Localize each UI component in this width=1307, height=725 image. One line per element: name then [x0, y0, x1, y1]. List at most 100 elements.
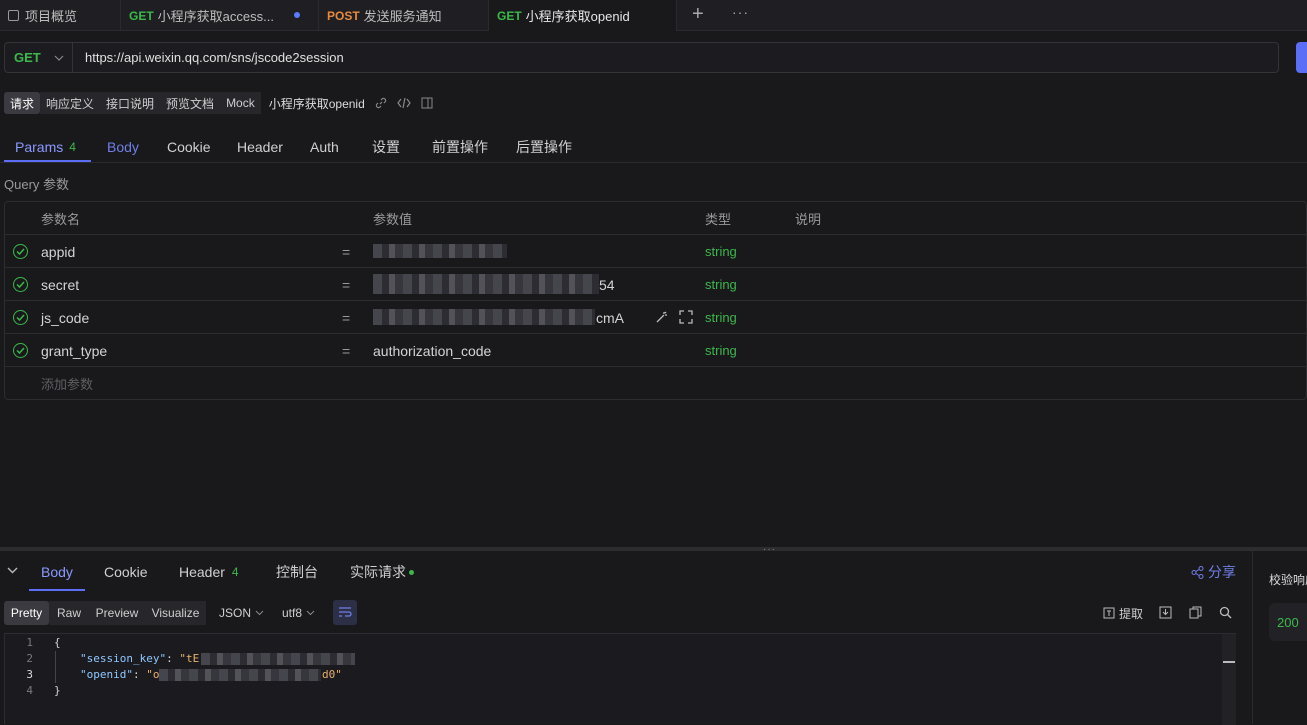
tab-pre-actions[interactable]: 前置操作: [432, 131, 488, 162]
tab-body[interactable]: Body: [107, 131, 139, 162]
scrollbar[interactable]: [1222, 634, 1236, 725]
share-button[interactable]: 分享: [1191, 560, 1236, 584]
param-type[interactable]: string: [705, 334, 737, 367]
tab-post-actions[interactable]: 后置操作: [516, 131, 572, 162]
search-icon[interactable]: [1219, 606, 1232, 619]
extract-button[interactable]: 提取: [1103, 601, 1143, 625]
active-tab-indicator: [4, 160, 91, 162]
json-key: "session_key": [80, 652, 167, 665]
equals-sign: =: [342, 309, 351, 326]
format-pretty[interactable]: Pretty: [4, 601, 49, 625]
tab-get-openid[interactable]: GET 小程序获取openid: [489, 0, 677, 31]
add-param-row: 添加参数: [5, 367, 1306, 400]
subnav-request[interactable]: 请求: [4, 92, 41, 114]
validation-panel: 校验响应 200: [1252, 551, 1307, 724]
table-header-row: 参数名 参数值 类型 说明: [5, 202, 1306, 235]
resp-tab-cookie[interactable]: Cookie: [104, 560, 148, 584]
tab-params-label: Params: [15, 138, 64, 155]
url-input[interactable]: https://api.weixin.qq.com/sns/jscode2ses…: [85, 43, 344, 72]
active-tab-indicator: [29, 589, 85, 591]
param-name[interactable]: secret: [41, 268, 79, 301]
row-checkbox[interactable]: [13, 268, 28, 301]
json-select[interactable]: JSON: [219, 601, 264, 625]
check-circle-icon: [13, 343, 28, 358]
tab-settings[interactable]: 设置: [372, 131, 400, 162]
tab-post-notify[interactable]: POST 发送服务通知: [319, 0, 489, 31]
tab-header[interactable]: Header: [237, 131, 283, 162]
tab-bar: 项目概览 GET 小程序获取access... POST 发送服务通知 GET …: [0, 0, 1307, 31]
resp-tab-header[interactable]: Header 4: [179, 560, 239, 584]
resp-tab-actual-request[interactable]: 实际请求: [350, 560, 414, 584]
collapse-chevron-icon[interactable]: [7, 567, 18, 574]
row-checkbox[interactable]: [13, 301, 28, 334]
tab-project-overview[interactable]: 项目概览: [0, 0, 121, 31]
charset-select[interactable]: utf8: [282, 601, 315, 625]
row-checkbox[interactable]: [13, 334, 28, 367]
col-header-desc: 说明: [795, 212, 822, 227]
json-value-tail: d0": [322, 668, 342, 681]
copy-icon[interactable]: [1189, 606, 1202, 619]
drag-handle-icon[interactable]: ···: [763, 544, 776, 555]
wrap-lines-icon: [339, 607, 352, 617]
subnav-mock[interactable]: Mock: [220, 92, 261, 114]
param-name[interactable]: js_code: [41, 301, 89, 334]
row-checkbox[interactable]: [13, 235, 28, 268]
status-dot-icon: [409, 569, 414, 575]
redacted-value[interactable]: [373, 244, 507, 258]
response-body-viewer[interactable]: 1 2 3 4 { "session_key": "tE "openid": "…: [4, 633, 1236, 725]
save-icon[interactable]: [1159, 606, 1172, 619]
more-icon[interactable]: ···: [732, 4, 749, 20]
code-brace: {: [54, 636, 61, 649]
check-circle-icon: [13, 244, 28, 259]
table-row: grant_type = authorization_code string: [5, 334, 1306, 367]
code-icon[interactable]: [397, 97, 411, 109]
resp-tab-console[interactable]: 控制台: [276, 560, 318, 584]
line-number: 1: [26, 636, 33, 649]
expand-icon[interactable]: [679, 310, 693, 324]
resp-tab-body[interactable]: Body: [41, 560, 73, 584]
method-badge: POST: [327, 8, 360, 23]
add-param-input[interactable]: 添加参数: [41, 367, 93, 400]
charset-select-label: utf8: [282, 606, 303, 620]
subnav-preview-doc[interactable]: 预览文档: [160, 92, 221, 114]
line-number: 2: [26, 652, 33, 665]
redacted-value[interactable]: [373, 274, 599, 294]
table-row: secret = 54 string: [5, 268, 1306, 301]
api-name: 小程序获取openid: [268, 96, 365, 111]
subnav-api-doc[interactable]: 接口说明: [100, 92, 161, 114]
param-value[interactable]: authorization_code: [373, 334, 491, 367]
code-line: "session_key": "tE: [80, 652, 200, 665]
redacted-value: [201, 653, 355, 665]
method-label: GET: [14, 50, 41, 65]
param-type[interactable]: string: [705, 268, 737, 301]
add-tab-icon[interactable]: +: [692, 3, 704, 26]
redacted-value[interactable]: [373, 309, 595, 325]
param-name[interactable]: appid: [41, 235, 75, 268]
section-title: Query 参数: [4, 177, 70, 192]
tab-auth[interactable]: Auth: [310, 131, 339, 162]
param-type[interactable]: string: [705, 235, 737, 268]
panel-icon[interactable]: [421, 97, 433, 109]
redacted-value: [159, 669, 321, 681]
magic-wand-icon[interactable]: [655, 310, 669, 324]
format-visualize[interactable]: Visualize: [145, 601, 206, 625]
method-select[interactable]: GET: [5, 43, 73, 72]
grid-icon: [8, 10, 19, 21]
chevron-down-icon: [306, 610, 315, 616]
param-name[interactable]: grant_type: [41, 334, 107, 367]
format-preview[interactable]: Preview: [89, 601, 145, 625]
format-raw[interactable]: Raw: [49, 601, 89, 625]
header-count-badge: 4: [231, 565, 239, 579]
pane-resize-handle[interactable]: [0, 547, 1307, 551]
send-button[interactable]: [1296, 42, 1307, 73]
param-type[interactable]: string: [705, 301, 737, 334]
tab-params[interactable]: Params 4: [15, 131, 76, 162]
equals-sign: =: [342, 342, 351, 359]
wrap-toggle[interactable]: [333, 600, 357, 625]
tab-cookie[interactable]: Cookie: [167, 131, 211, 162]
link-icon[interactable]: [375, 97, 387, 109]
tab-get-access-token[interactable]: GET 小程序获取access...: [121, 0, 319, 31]
sub-nav: 请求 响应定义 接口说明 预览文档 Mock 小程序获取openid: [4, 92, 433, 114]
subnav-response-def[interactable]: 响应定义: [40, 92, 101, 114]
validation-label: 校验响应: [1269, 573, 1307, 587]
